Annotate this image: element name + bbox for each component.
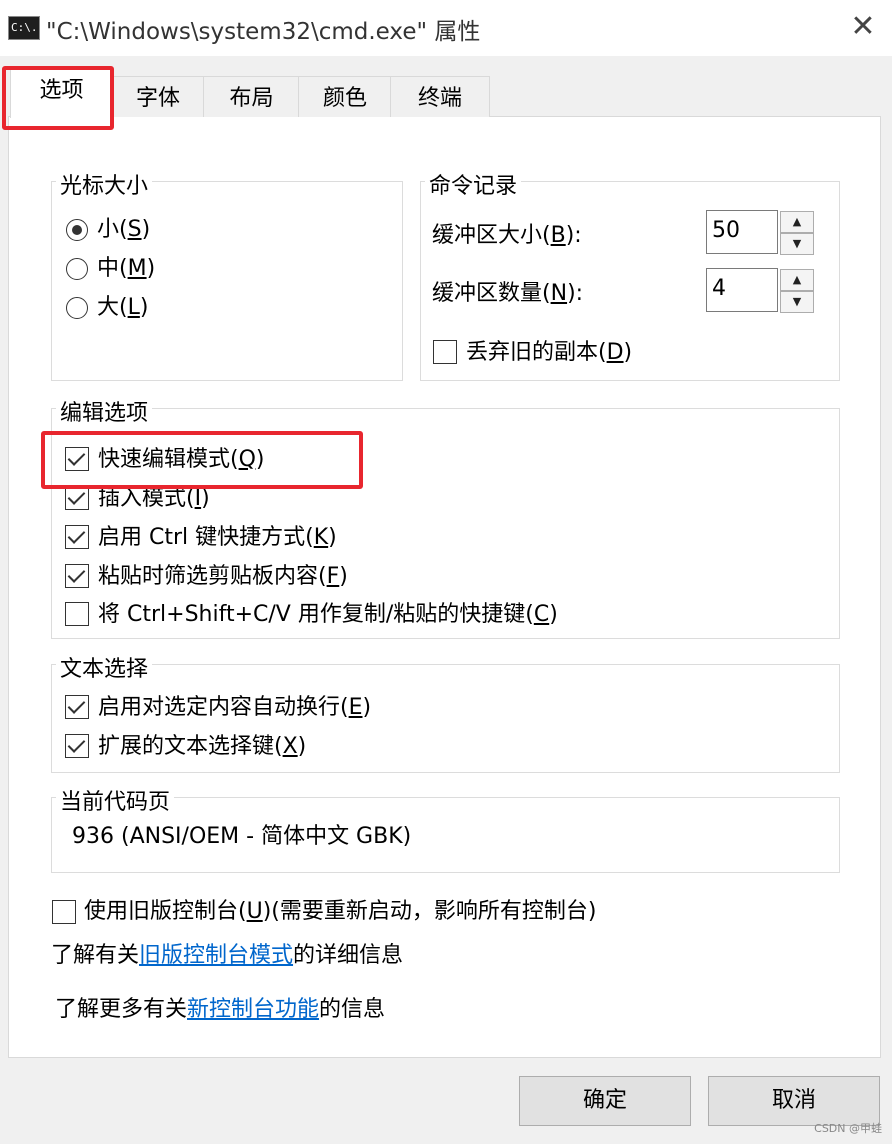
label-insert-mode[interactable]: 插入模式(I) [98, 485, 210, 513]
tab-layout[interactable]: 布局 [203, 76, 300, 117]
label-buffer-size: 缓冲区大小(B): [432, 223, 582, 248]
buffer-count-input[interactable]: 4 [706, 268, 778, 312]
radio-cursor-medium[interactable] [66, 258, 88, 280]
label-discard-old[interactable]: 丢弃旧的副本(D) [466, 339, 632, 367]
cancel-button[interactable]: 取消 [708, 1076, 880, 1126]
checkbox-ctrl-shortcuts[interactable] [65, 525, 89, 549]
checkbox-filter-clipboard[interactable] [65, 564, 89, 588]
buffer-count-down-button[interactable]: ▼ [780, 291, 814, 313]
label-ctrl-shortcuts[interactable]: 启用 Ctrl 键快捷方式(K) [98, 524, 337, 552]
label-quick-edit[interactable]: 快速编辑模式(Q) [98, 446, 265, 474]
tab-options[interactable]: 选项 [10, 68, 113, 118]
close-button[interactable]: ✕ [846, 10, 880, 44]
title-bar: C:\. "C:\Windows\system32\cmd.exe" 属性 ✕ [0, 0, 892, 56]
text-selection-title: 文本选择 [56, 651, 153, 683]
radio-cursor-large[interactable] [66, 297, 88, 319]
codepage-value: 936 (ANSI/OEM - 简体中文 GBK) [72, 824, 412, 849]
checkbox-insert-mode[interactable] [65, 486, 89, 510]
checkbox-line-wrap-selection[interactable] [65, 695, 89, 719]
legacy-console-mode-link[interactable]: 旧版控制台模式 [139, 943, 293, 968]
tab-colors[interactable]: 颜色 [298, 76, 392, 117]
radio-cursor-small[interactable] [66, 219, 88, 241]
label-cursor-large[interactable]: 大(L) [97, 294, 148, 322]
checkbox-discard-old[interactable] [433, 340, 457, 364]
window-title: "C:\Windows\system32\cmd.exe" 属性 [46, 19, 481, 45]
tab-terminal[interactable]: 终端 [390, 76, 490, 117]
tab-font[interactable]: 字体 [111, 76, 205, 117]
new-features-info-text: 了解更多有关新控制台功能的信息 [55, 997, 386, 1022]
buffer-size-up-button[interactable]: ▲ [780, 211, 814, 233]
label-cursor-small[interactable]: 小(S) [97, 216, 150, 244]
label-ctrl-shift-copy-paste[interactable]: 将 Ctrl+Shift+C/V 用作复制/粘贴的快捷键(C) [98, 601, 558, 629]
checkbox-extended-selection-keys[interactable] [65, 734, 89, 758]
label-legacy-console[interactable]: 使用旧版控制台(U)(需要重新启动，影响所有控制台) [84, 898, 596, 926]
label-filter-clipboard[interactable]: 粘贴时筛选剪贴板内容(F) [98, 563, 348, 591]
watermark-text: CSDN @甲蛙 [814, 1122, 882, 1135]
edit-options-title: 编辑选项 [56, 395, 153, 427]
label-buffer-count: 缓冲区数量(N): [432, 281, 584, 306]
ok-button[interactable]: 确定 [519, 1076, 691, 1126]
codepage-title: 当前代码页 [56, 784, 175, 816]
command-history-title: 命令记录 [425, 168, 522, 200]
cursor-size-title: 光标大小 [56, 168, 153, 200]
label-line-wrap-selection[interactable]: 启用对选定内容自动换行(E) [98, 694, 371, 722]
buffer-size-input[interactable]: 50 [706, 210, 778, 254]
legacy-info-text: 了解有关旧版控制台模式的详细信息 [51, 943, 404, 968]
new-console-features-link[interactable]: 新控制台功能 [187, 997, 319, 1022]
buffer-count-up-button[interactable]: ▲ [780, 269, 814, 291]
buffer-size-down-button[interactable]: ▼ [780, 233, 814, 255]
checkbox-ctrl-shift-copy-paste[interactable] [65, 602, 89, 626]
label-extended-selection-keys[interactable]: 扩展的文本选择键(X) [98, 733, 306, 761]
checkbox-legacy-console[interactable] [52, 900, 76, 924]
label-cursor-medium[interactable]: 中(M) [97, 255, 155, 283]
checkbox-quick-edit[interactable] [65, 447, 89, 471]
cmd-app-icon: C:\. [8, 16, 40, 40]
